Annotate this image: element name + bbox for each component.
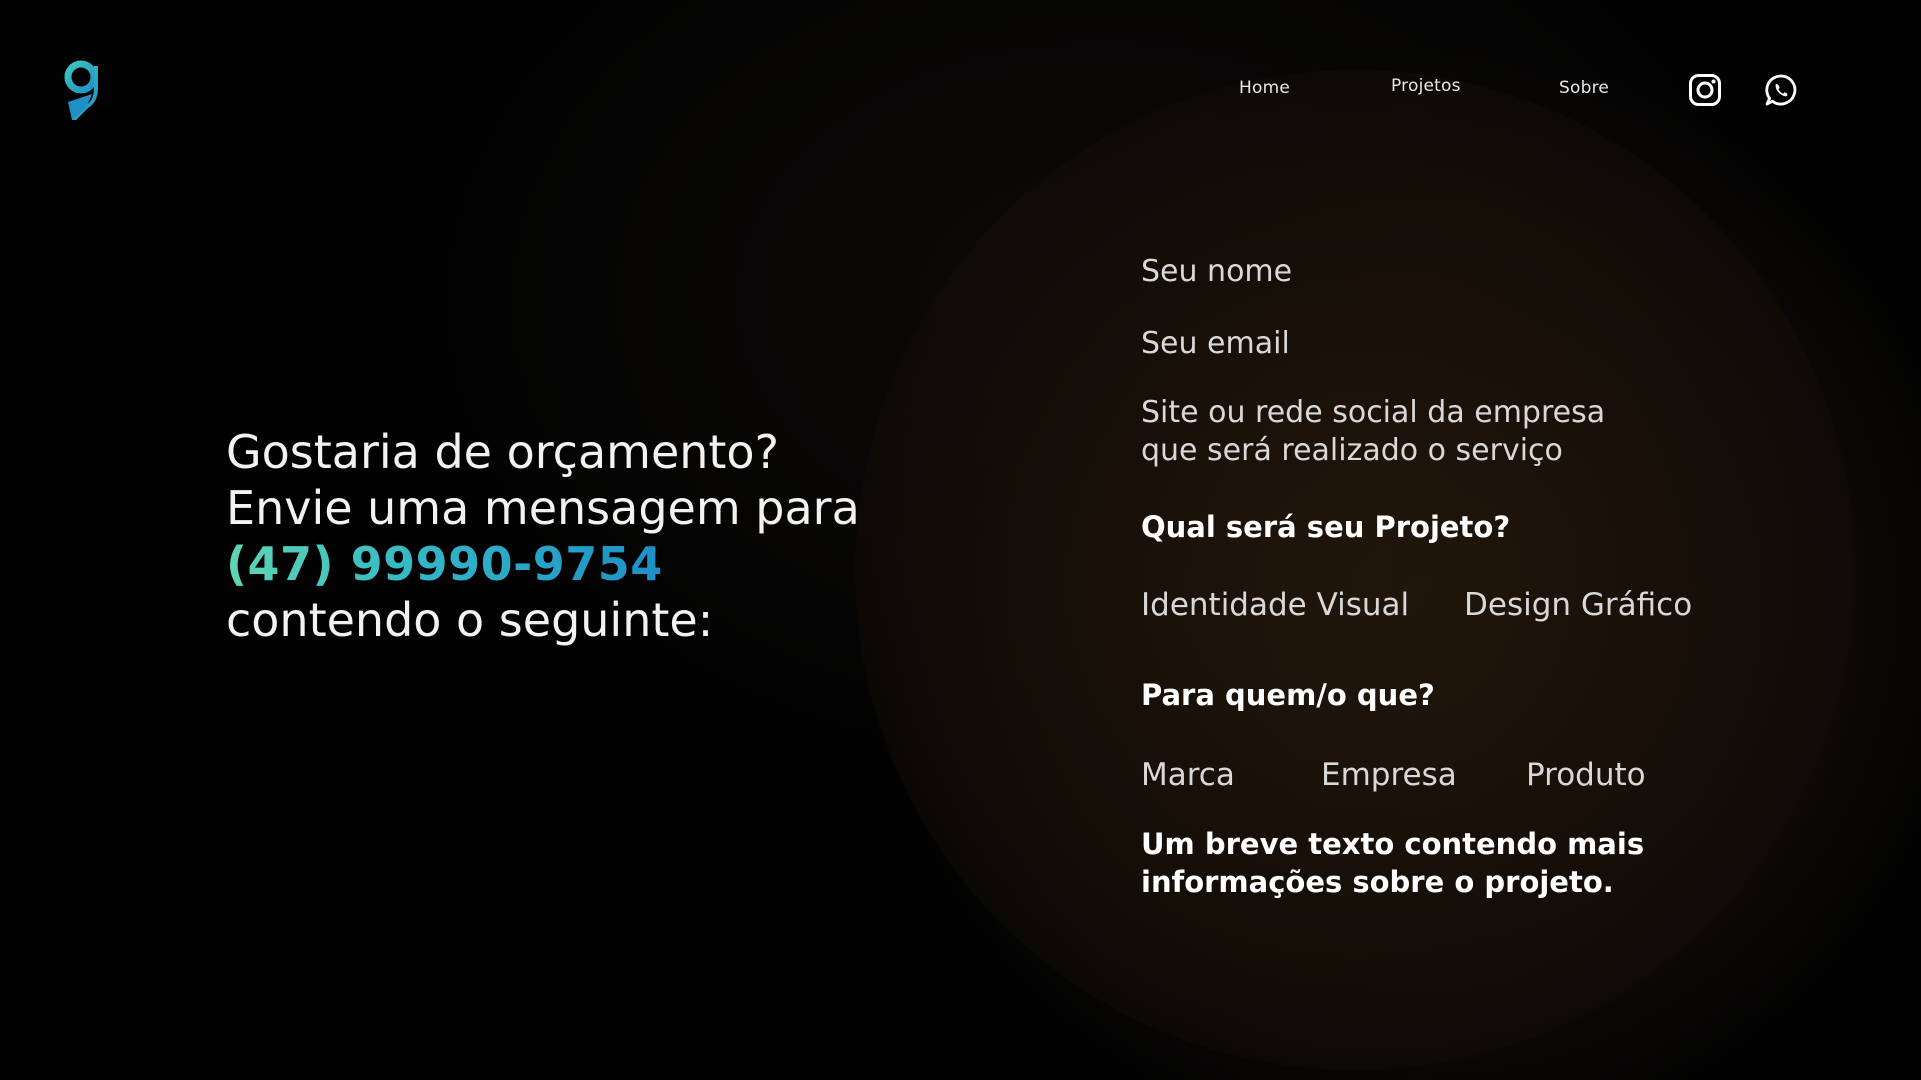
intro-text: Gostaria de orçamento? Envie uma mensage… [226, 424, 860, 648]
target-question: Para quem/o que? [1141, 678, 1435, 712]
name-field-label: Seu nome [1141, 254, 1293, 289]
whatsapp-icon[interactable] [1764, 73, 1798, 107]
nav-sobre[interactable]: Sobre [1559, 78, 1609, 98]
instagram-icon[interactable] [1688, 73, 1722, 107]
brief-text-line-1: Um breve texto contendo mais [1141, 827, 1645, 861]
g-logo-icon[interactable] [62, 58, 102, 124]
option-design-grafico: Design Gráfico [1464, 587, 1693, 623]
site-field-label-line-2: que será realizado o serviço [1141, 433, 1563, 468]
intro-line-4: contendo o seguinte: [226, 593, 714, 647]
email-field-label: Seu email [1141, 326, 1290, 361]
option-identidade-visual: Identidade Visual [1141, 587, 1410, 623]
option-empresa: Empresa [1321, 757, 1457, 793]
planet-background-image [855, 70, 1855, 1070]
intro-line-1: Gostaria de orçamento? [226, 425, 779, 479]
project-question: Qual será seu Projeto? [1141, 510, 1511, 544]
nav-projetos[interactable]: Projetos [1391, 76, 1461, 96]
site-field-label-line-1: Site ou rede social da empresa [1141, 395, 1606, 430]
intro-line-2: Envie uma mensagem para [226, 481, 860, 535]
option-marca: Marca [1141, 757, 1235, 793]
nav-home[interactable]: Home [1239, 78, 1290, 98]
phone-number[interactable]: (47) 99990-9754 [226, 536, 663, 592]
brief-text-line-2: informações sobre o projeto. [1141, 865, 1614, 899]
option-produto: Produto [1526, 757, 1646, 793]
